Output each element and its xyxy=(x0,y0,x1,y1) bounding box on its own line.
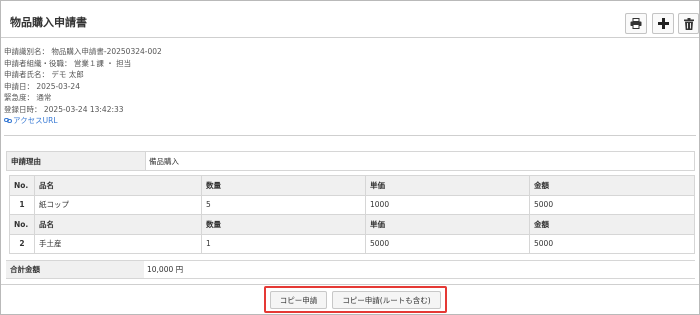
row-item-name: 手土産 xyxy=(34,233,202,254)
meta-application-id: 申請識別名： 物品購入申請書-20250324-002 xyxy=(4,47,162,56)
total-row: 合計金額 10,000 円 xyxy=(6,260,695,279)
row-item-name: 紙コップ xyxy=(34,194,202,215)
row-unit-price: 5000 xyxy=(365,233,530,254)
column-header-no: No. xyxy=(9,175,35,196)
reason-row: 申請理由 備品購入 xyxy=(6,151,695,171)
plus-icon xyxy=(657,18,669,29)
column-header-unit-price: 単価 xyxy=(365,214,530,235)
column-header-item-name: 品名 xyxy=(34,175,202,196)
column-header-quantity: 数量 xyxy=(201,214,366,235)
print-button[interactable] xyxy=(625,13,647,34)
meta-registered-at: 登録日時： 2025-03-24 13:42:33 xyxy=(4,104,124,114)
total-value: 10,000 円 xyxy=(147,265,184,274)
row-unit-price: 1000 xyxy=(365,194,530,215)
delete-button[interactable] xyxy=(678,13,699,34)
printer-icon xyxy=(630,18,642,29)
reason-value: 備品購入 xyxy=(145,152,694,170)
trash-icon xyxy=(683,17,694,30)
row-no: 1 xyxy=(9,194,35,215)
column-header-amount: 金額 xyxy=(529,214,695,235)
page-header: 物品購入申請書 xyxy=(1,1,699,38)
row-amount: 5000 xyxy=(529,233,695,254)
table-row: 2 手土産 1 5000 5000 xyxy=(9,233,695,254)
table-header-row: No. 品名 数量 単価 金額 xyxy=(9,175,695,196)
column-header-unit-price: 単価 xyxy=(365,175,530,196)
row-quantity: 5 xyxy=(201,194,366,215)
meta-applicant-name: 申請者氏名： デモ 太郎 xyxy=(4,70,84,79)
items-table: No. 品名 数量 単価 金額 1 紙コップ 5 1000 5000 No. 品… xyxy=(9,175,695,254)
table-header-row: No. 品名 数量 単価 金額 xyxy=(9,214,695,235)
total-label: 合計金額 xyxy=(6,261,144,278)
column-header-quantity: 数量 xyxy=(201,175,366,196)
row-amount: 5000 xyxy=(529,194,695,215)
section-divider xyxy=(4,135,696,136)
copy-application-with-route-button[interactable]: コピー申請(ルートも含む) xyxy=(332,291,441,309)
page-title: 物品購入申請書 xyxy=(10,16,87,29)
row-no: 2 xyxy=(9,233,35,254)
link-icon xyxy=(4,117,12,124)
meta-application-date: 申請日： 2025-03-24 xyxy=(4,81,80,91)
add-button[interactable] xyxy=(652,13,674,34)
application-info: 申請識別名： 物品購入申請書-20250324-002 申請者組織・役職： 営業… xyxy=(4,46,162,127)
table-row: 1 紙コップ 5 1000 5000 xyxy=(9,194,695,215)
row-quantity: 1 xyxy=(201,233,366,254)
access-url-link[interactable]: アクセスURL xyxy=(4,115,162,127)
footer-divider xyxy=(1,284,699,285)
meta-urgency: 緊急度： 通常 xyxy=(4,93,52,102)
reason-label: 申請理由 xyxy=(7,152,145,170)
meta-organization: 申請者組織・役職： 営業１課 ・ 担当 xyxy=(4,58,132,68)
column-header-item-name: 品名 xyxy=(34,214,202,235)
copy-application-button[interactable]: コピー申請 xyxy=(270,291,327,309)
column-header-no: No. xyxy=(9,214,35,235)
column-header-amount: 金額 xyxy=(529,175,695,196)
access-url-label: アクセスURL xyxy=(13,116,58,125)
application-window: 物品購入申請書 申請識別名： 物品購入申請書-20250324-002 申請者組… xyxy=(0,0,700,315)
